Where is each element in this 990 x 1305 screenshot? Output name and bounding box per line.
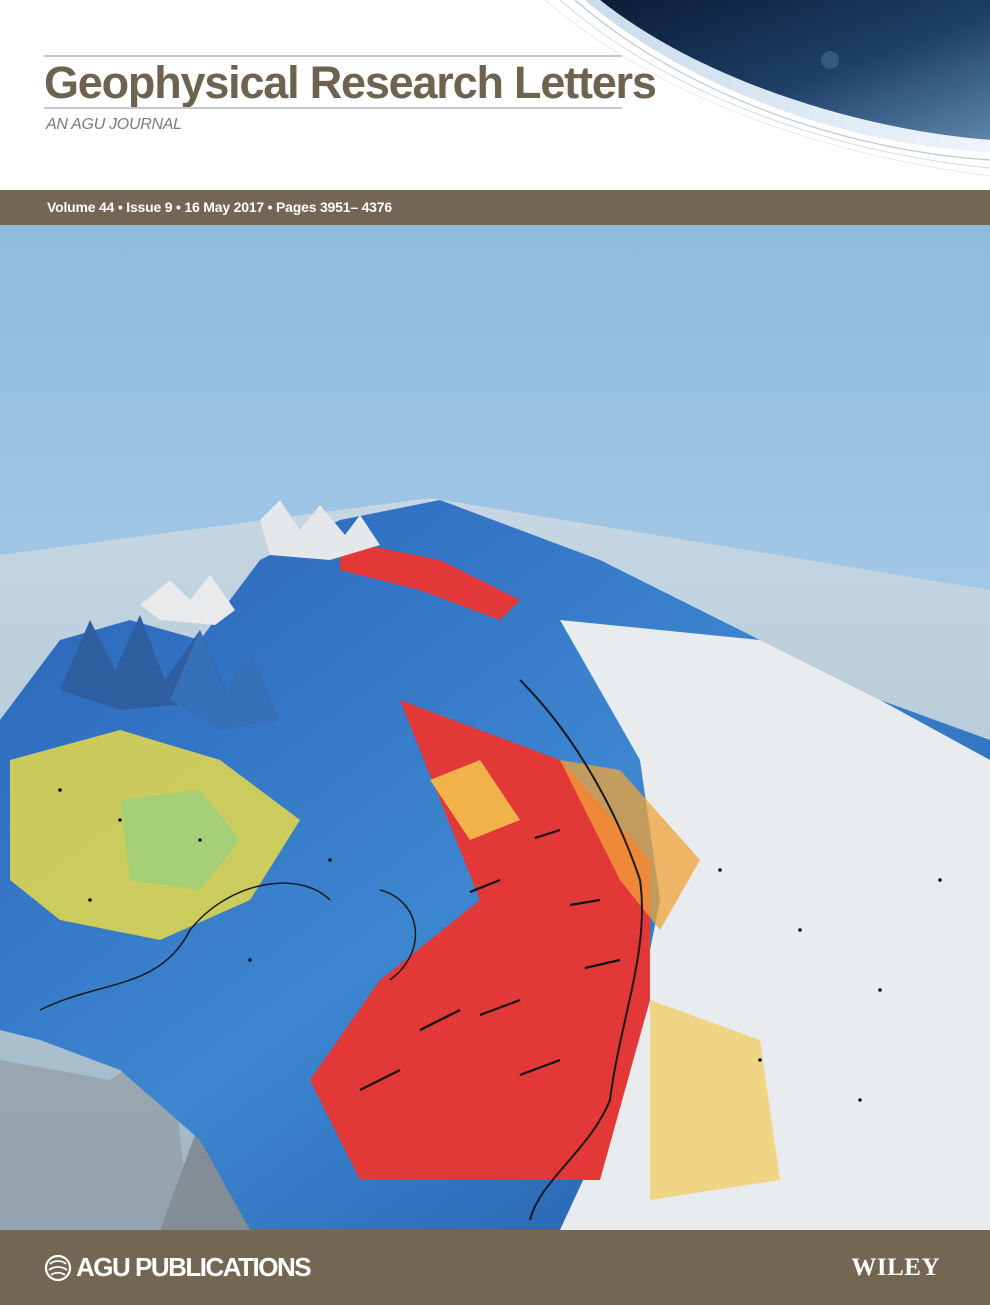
agu-globe-icon [44,1254,72,1281]
journal-subtitle: AN AGU JOURNAL [46,116,182,133]
publisher-logo: AGU PUBLICATIONS [44,1252,312,1283]
cover-illustration [0,225,990,1230]
publisher-name: AGU PUBLICATIONS [76,1252,312,1282]
journal-title: Geophysical Research Letters [44,57,657,108]
cover-image [0,225,990,1230]
cover-header: Geophysical Research Letters AN AGU JOUR… [0,0,990,190]
title-rule-bottom [44,107,622,109]
publisher-footer: AGU PUBLICATIONS WILEY [0,1230,990,1305]
wiley-logo: WILEY [851,1254,940,1281]
issue-info: Volume 44 • Issue 9 • 16 May 2017 • Page… [47,199,392,215]
issue-info-bar: Volume 44 • Issue 9 • 16 May 2017 • Page… [0,190,990,225]
